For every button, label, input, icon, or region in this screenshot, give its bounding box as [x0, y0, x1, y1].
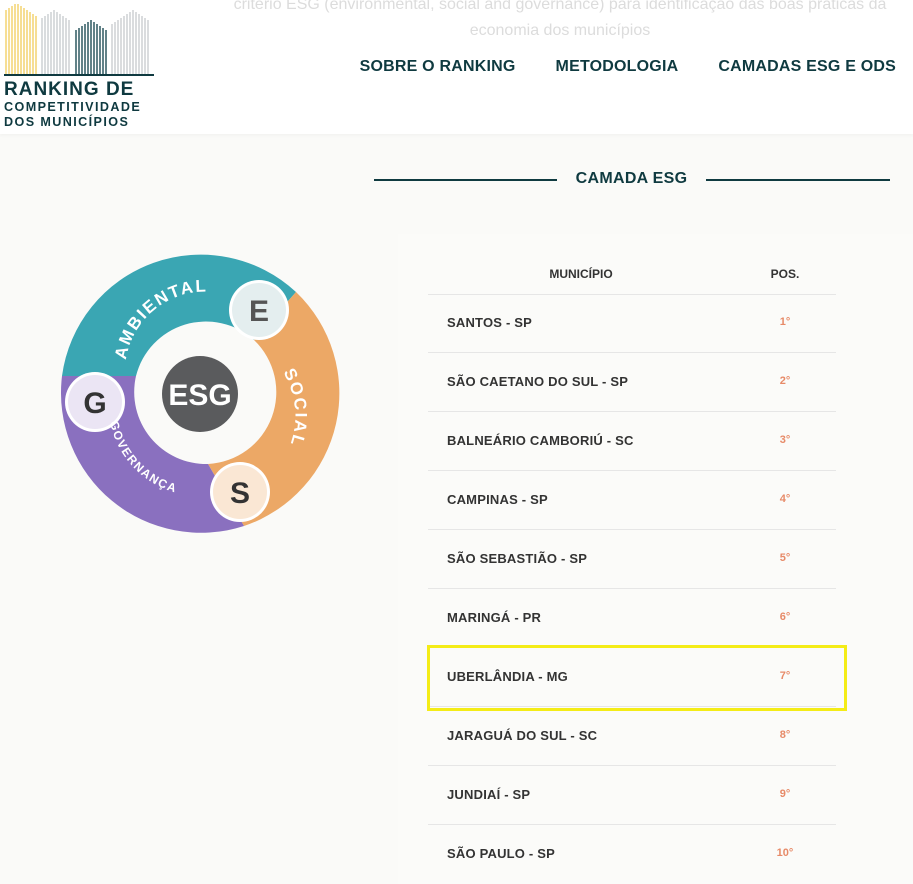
nav-sobre-o-ranking[interactable]: SOBRE O RANKING — [360, 58, 516, 76]
nav-metodologia[interactable]: METODOLOGIA — [556, 58, 679, 76]
table-row: JARAGUÁ DO SUL - SC 8° — [428, 707, 836, 766]
main-nav: SOBRE O RANKING METODOLOGIA CAMADAS ESG … — [360, 58, 896, 76]
table-row: SÃO PAULO - SP 10° — [428, 825, 836, 883]
table-row: SÃO SEBASTIÃO - SP 5° — [428, 530, 836, 589]
row-pos: 4° — [779, 493, 791, 505]
row-municipio: CAMPINAS - SP — [447, 492, 548, 507]
row-pos: 2° — [779, 375, 791, 387]
logo-line-3: DOS MUNICÍPIOS — [4, 115, 130, 129]
table-row: MARINGÁ - PR 6° — [428, 589, 836, 648]
section-title: CAMADA ESG — [575, 170, 688, 187]
logo-line-2: COMPETITIVIDADE — [4, 100, 142, 114]
row-pos: 6° — [779, 611, 791, 623]
row-municipio: BALNEÁRIO CAMBORIÚ - SC — [447, 433, 634, 448]
section-heading: CAMADA ESG — [374, 168, 890, 190]
header-faded-text: critério ESG (environmental, social and … — [210, 0, 910, 44]
row-pos: 9° — [779, 788, 791, 800]
table-row: SÃO CAETANO DO SUL - SP 2° — [428, 353, 836, 412]
header-municipio: MUNICÍPIO — [549, 267, 613, 281]
table-row: SANTOS - SP 1° — [428, 294, 836, 353]
faded-text-line-1: critério ESG (environmental, social and … — [233, 0, 887, 13]
row-municipio: MARINGÁ - PR — [447, 610, 542, 625]
logo-text: RANKING DE COMPETITIVIDADE DOS MUNICÍPIO… — [4, 80, 141, 130]
row-pos: 3° — [779, 434, 791, 446]
row-pos: 1° — [779, 316, 791, 328]
faded-text-line-2: economia dos municípios — [469, 22, 651, 39]
highlight-box — [427, 645, 847, 711]
row-municipio: SANTOS - SP — [447, 315, 533, 330]
esg-center-label: ESG — [168, 379, 231, 412]
row-pos: 10° — [776, 847, 794, 859]
row-municipio: SÃO PAULO - SP — [447, 846, 556, 861]
site-logo[interactable]: RANKING DE COMPETITIVIDADE DOS MUNICÍPIO… — [4, 2, 154, 134]
heading-rule-left — [374, 179, 557, 181]
s-letter: S — [230, 477, 250, 510]
row-municipio: SÃO SEBASTIÃO - SP — [447, 551, 588, 566]
row-municipio: JARAGUÁ DO SUL - SC — [447, 728, 598, 743]
ranking-table-body: SANTOS - SP 1° SÃO CAETANO DO SUL - SP 2… — [428, 294, 836, 883]
row-pos: 8° — [779, 729, 791, 741]
row-municipio: JUNDIAÍ - SP — [447, 787, 531, 802]
row-municipio: SÃO CAETANO DO SUL - SP — [447, 374, 629, 389]
table-row: JUNDIAÍ - SP 9° — [428, 766, 836, 825]
header-pos: POS. — [770, 267, 800, 281]
heading-rule-right — [706, 179, 890, 181]
table-row: BALNEÁRIO CAMBORIÚ - SC 3° — [428, 412, 836, 471]
ranking-table-header: MUNICÍPIO POS. — [428, 258, 836, 295]
row-pos: 5° — [779, 552, 791, 564]
site-header: critério ESG (environmental, social and … — [0, 0, 913, 134]
e-letter: E — [249, 295, 269, 328]
logo-underline — [4, 74, 154, 76]
logo-line-1: RANKING DE — [4, 79, 135, 100]
logo-bars-graphic — [5, 4, 149, 74]
g-letter: G — [83, 387, 106, 420]
table-row: CAMPINAS - SP 4° — [428, 471, 836, 530]
nav-camadas-esg-ods[interactable]: CAMADAS ESG E ODS — [718, 58, 896, 76]
esg-wheel-graphic: ESG E S G AMBIENTAL SOCIAL GOVERNANÇA — [60, 254, 340, 533]
